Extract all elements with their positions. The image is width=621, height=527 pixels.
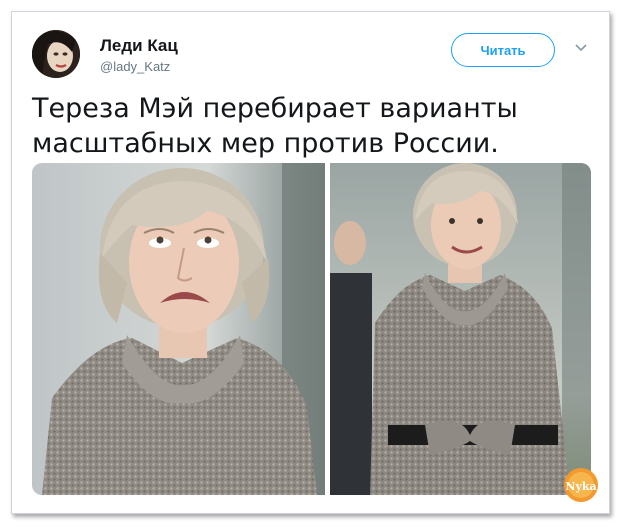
tweet-photo-right[interactable] xyxy=(330,163,591,495)
avatar[interactable] xyxy=(32,30,80,78)
tweet-text: Тереза Мэй перебирает варианты масштабны… xyxy=(32,93,518,159)
tweet-card: Леди Кац @lady_Katz Читать Тереза Мэй пе… xyxy=(11,11,610,514)
follow-button[interactable]: Читать xyxy=(451,33,555,67)
display-name[interactable]: Леди Кац xyxy=(100,36,178,56)
svg-text:Nyka: Nyka xyxy=(565,480,596,493)
watermark-logo: Nyka xyxy=(564,468,598,502)
tweet-photo-left[interactable] xyxy=(32,163,325,495)
handle[interactable]: @lady_Katz xyxy=(100,59,170,74)
chevron-down-icon[interactable] xyxy=(574,43,588,53)
